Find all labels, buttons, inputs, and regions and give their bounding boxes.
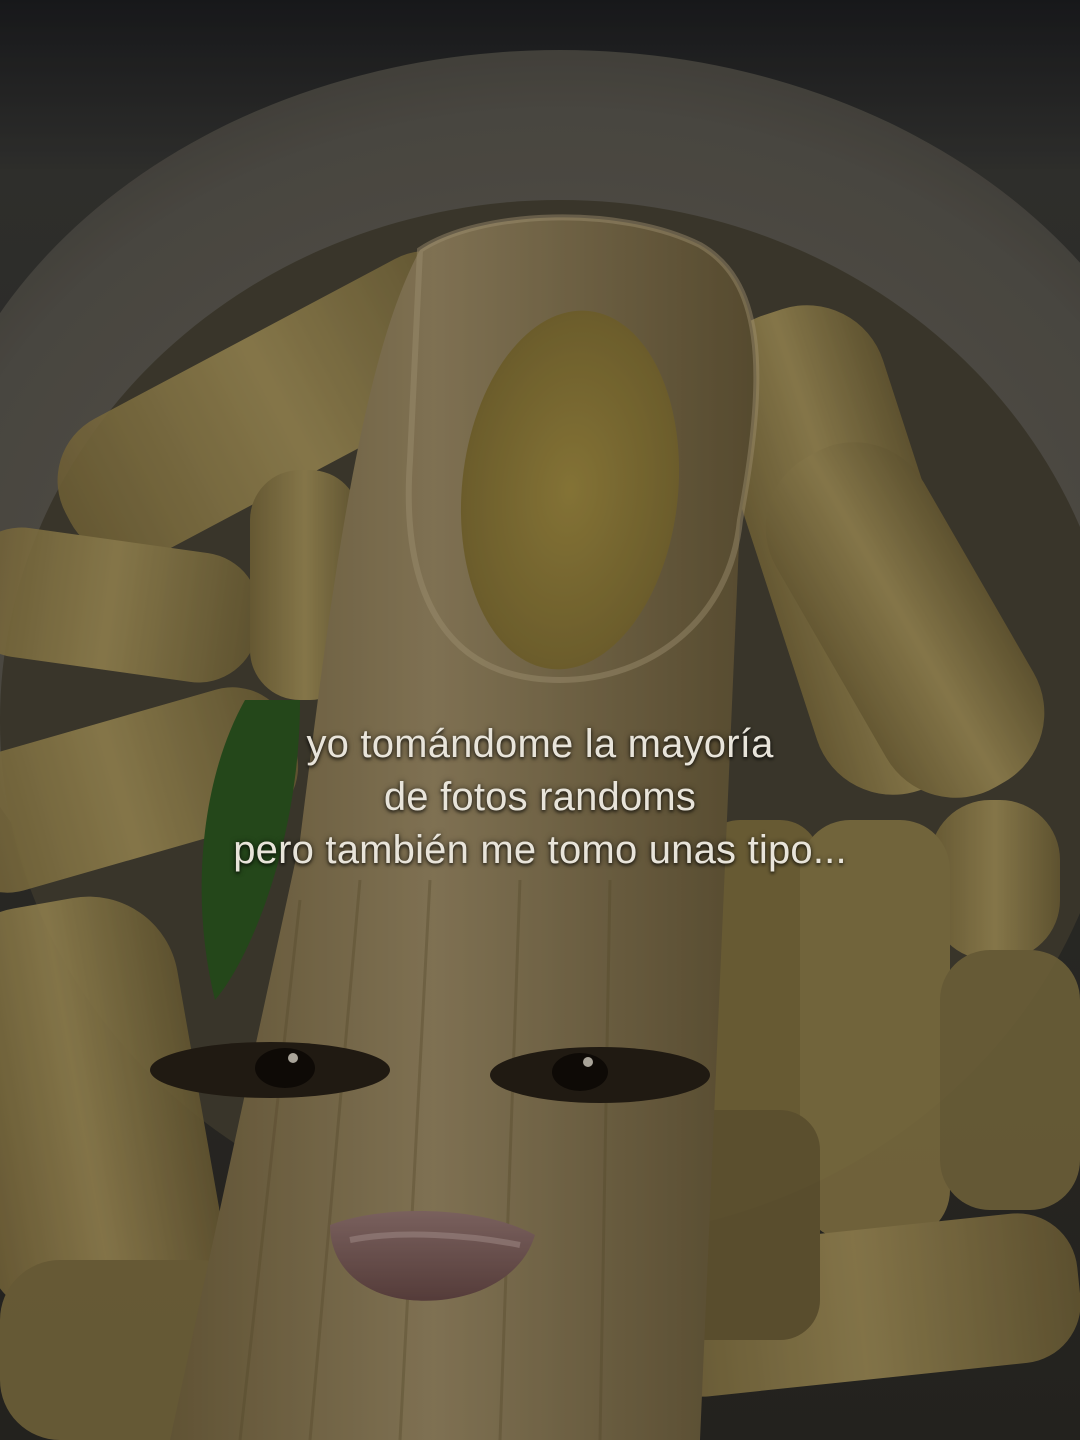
caption-line-2: de fotos randoms (383, 775, 697, 819)
caption-line-3: pero también me tomo unas tipo... (233, 828, 847, 872)
caption-line-1: yo tomándome la mayoría (306, 722, 774, 766)
photo-frame: yo tomándome la mayoría de fotos randoms… (0, 0, 1080, 1440)
caption-text: yo tomándome la mayoría de fotos randoms… (0, 718, 1080, 877)
